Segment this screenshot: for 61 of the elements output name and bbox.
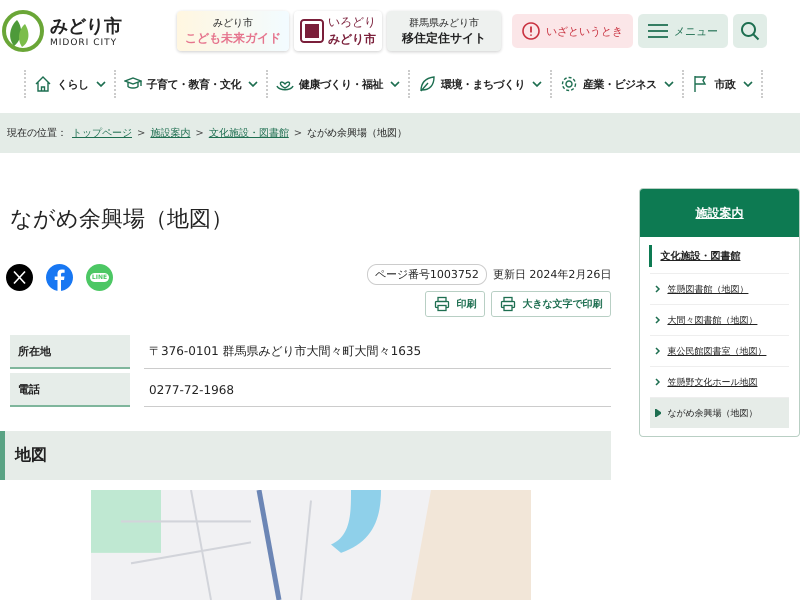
info-value: 〒376-0101 群馬県みどり市大間々町大間々1635 [144, 335, 612, 369]
chevron-right-icon [655, 378, 662, 386]
info-label: 所在地 [10, 335, 130, 369]
chevron-right-icon [655, 347, 662, 355]
emergency-button[interactable]: いざというとき [512, 14, 633, 48]
print-button[interactable]: 大きな文字で印刷 [491, 291, 612, 317]
breadcrumb-label: 現在の位置： [7, 126, 67, 140]
x-share-icon[interactable] [6, 264, 33, 291]
banner-link[interactable]: いろどり みどり市 [294, 11, 382, 51]
banner-link[interactable]: 群馬県みどり市 移住定住サイト [387, 11, 501, 51]
chevron-down-icon [390, 80, 400, 88]
info-label: 電話 [10, 373, 130, 407]
sidebar-link[interactable]: 東公民館図書室（地図） [650, 335, 789, 366]
search-button[interactable] [733, 14, 767, 48]
chevron-right-icon [655, 285, 662, 293]
sidebar-link[interactable]: ながめ余興場（地図） [650, 397, 789, 428]
chevron-down-icon [664, 80, 674, 88]
breadcrumb-link[interactable]: トップページ [72, 126, 132, 140]
page-number-badge: ページ番号1003752 [366, 264, 487, 285]
chevron-down-icon [96, 80, 106, 88]
search-icon [740, 21, 760, 41]
info-value: 0277-72-1968 [144, 373, 612, 407]
sidebar-link[interactable]: 笠懸図書館（地図） [650, 273, 789, 304]
breadcrumb-separator: > [195, 128, 204, 138]
menu-button[interactable]: メニュー [638, 14, 728, 48]
facebook-share-icon[interactable] [46, 264, 73, 291]
triangle-icon [655, 409, 662, 417]
home-icon [34, 75, 52, 93]
nav-menu-item[interactable]: 市政 [684, 70, 762, 98]
nav-menu-item[interactable]: 産業・ビジネス [552, 70, 684, 98]
gear-icon [560, 75, 578, 93]
printer-icon [434, 296, 450, 312]
nav-menu-item[interactable]: 環境・まちづくり [410, 70, 552, 98]
chevron-down-icon [742, 80, 752, 88]
nav-menu-item[interactable]: 子育て・教育・文化 [116, 70, 268, 98]
updated-date: 更新日 2024年2月26日 [492, 267, 612, 282]
sidebar-link[interactable]: 大間々図書館（地図） [650, 304, 789, 335]
breadcrumb-separator: > [137, 128, 146, 138]
printer-icon [500, 296, 516, 312]
sidebar-title[interactable]: 施設案内 [640, 189, 799, 237]
seal-icon [300, 19, 324, 43]
sidebar-parent-link[interactable]: 文化施設・図書館 [649, 245, 789, 267]
chevron-right-icon [655, 316, 662, 324]
page-title: ながめ余興場（地図） [10, 206, 234, 234]
chevron-down-icon [248, 80, 258, 88]
logo-subtitle: MIDORI CITY [50, 38, 118, 48]
breadcrumb-current: ながめ余興場（地図） [307, 126, 408, 140]
breadcrumb-link[interactable]: 文化施設・図書館 [208, 126, 289, 140]
leaf-logo-icon [2, 10, 44, 52]
breadcrumb-separator: > [294, 128, 302, 138]
nav-menu-item[interactable]: くらし [24, 70, 116, 98]
section-heading: 地図 [0, 431, 612, 480]
print-button[interactable]: 印刷 [425, 291, 486, 317]
breadcrumb-link[interactable]: 施設案内 [150, 126, 190, 140]
exclamation-icon [522, 22, 540, 40]
menu-icon [648, 23, 668, 39]
banner-link[interactable]: みどり市 こども未来ガイド [177, 11, 289, 51]
leaf-icon [418, 75, 436, 93]
nav-menu-item[interactable]: 健康づくり・福祉 [268, 70, 410, 98]
logo-title: みどり市 [50, 15, 122, 38]
chevron-down-icon [532, 80, 542, 88]
